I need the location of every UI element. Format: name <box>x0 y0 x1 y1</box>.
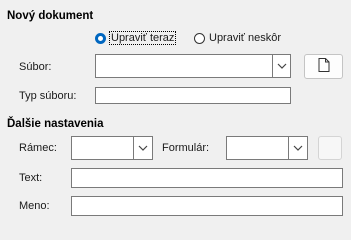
edit-now-label: Upraviť teraz <box>108 31 177 45</box>
browse-file-button[interactable] <box>304 54 343 79</box>
form-options-button[interactable] <box>318 136 342 160</box>
name-field[interactable] <box>71 196 343 216</box>
name-label: Meno: <box>19 200 50 212</box>
file-type-label: Typ súboru: <box>19 90 77 102</box>
file-label: Súbor: <box>19 61 52 73</box>
frame-combobox[interactable] <box>71 136 153 160</box>
document-icon <box>318 58 330 75</box>
chevron-down-icon[interactable] <box>134 137 152 159</box>
radio-unselected-icon <box>194 32 205 44</box>
chevron-down-icon[interactable] <box>273 55 291 77</box>
file-combobox[interactable] <box>95 54 291 78</box>
edit-later-radio[interactable]: Upraviť neskôr <box>194 32 281 44</box>
edit-later-label: Upraviť neskôr <box>209 32 281 44</box>
file-type-field[interactable] <box>95 87 291 104</box>
text-label: Text: <box>19 172 43 184</box>
edit-now-radio[interactable]: Upraviť teraz <box>95 31 177 45</box>
chevron-down-icon[interactable] <box>289 137 307 159</box>
form-combobox[interactable] <box>226 136 308 160</box>
text-field[interactable] <box>71 168 343 188</box>
section-title-more-settings: Ďalšie nastavenia <box>7 118 104 130</box>
form-label: Formulár: <box>162 142 210 154</box>
frame-label: Rámec: <box>19 142 57 154</box>
section-title-new-document: Nový dokument <box>7 10 94 22</box>
radio-selected-icon <box>95 32 106 44</box>
